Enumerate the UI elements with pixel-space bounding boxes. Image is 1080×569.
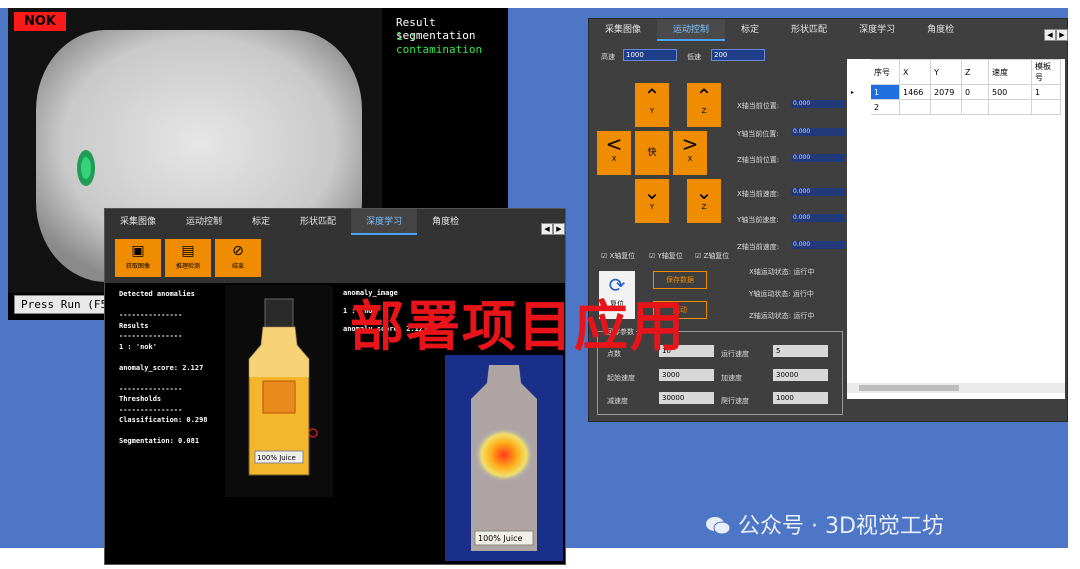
- y-up-button[interactable]: ⌃ Y: [635, 83, 669, 127]
- col-y: Y: [930, 59, 962, 85]
- tab-shape-match[interactable]: 形状匹配: [775, 19, 843, 41]
- point-grid[interactable]: 序号 X Y Z 速度 模板号 ▸ 1 1466 2079 0 500 1 2: [847, 59, 1065, 399]
- dl-tabs: 采集图像 运动控制 标定 形状匹配 深度学习 角度检: [105, 209, 565, 235]
- overlay-title: 部署项目应用: [350, 294, 686, 358]
- fast-toggle-button[interactable]: 快: [635, 131, 669, 175]
- y-position-value: 0.000: [791, 128, 845, 136]
- table-row[interactable]: ▸ 1 1466 2079 0 500 1: [847, 84, 1061, 100]
- tab-capture[interactable]: 采集图像: [589, 19, 657, 41]
- tab-deep-learning[interactable]: 深度学习: [843, 19, 911, 41]
- z-status: Z轴运动状态: 运行中: [749, 312, 815, 320]
- tab-scroll-left[interactable]: ◀: [1044, 29, 1056, 41]
- z-up-button[interactable]: ⌃ Z: [687, 83, 721, 127]
- x-position-value: 0.000: [791, 100, 845, 108]
- motion-control-window: 采集图像 运动控制 标定 形状匹配 深度学习 角度检 ◀ ▶ 高速 1000 低…: [588, 18, 1068, 422]
- x-position-label: X轴当前位置:: [737, 102, 780, 110]
- param-input-run-speed[interactable]: 5: [773, 345, 828, 357]
- chevron-down-icon: ⌄: [643, 180, 661, 204]
- x-speed-label: X轴当前速度:: [737, 190, 780, 198]
- high-speed-label: 高速: [601, 53, 615, 61]
- anomaly-results-text: Detected anomalies --------------- Resul…: [119, 290, 208, 445]
- dl-toolbar: ▣ 获取图像 ▤ 推理检测 ⊘ 结束: [105, 235, 565, 283]
- horizontal-scrollbar[interactable]: [847, 383, 1065, 393]
- param-input-start-speed[interactable]: 3000: [659, 369, 714, 381]
- camera-icon: ▣: [131, 243, 145, 259]
- chevron-up-icon: ⌃: [695, 84, 713, 108]
- param-input-accel[interactable]: 30000: [773, 369, 828, 381]
- tab-motion[interactable]: 运动控制: [657, 19, 726, 41]
- tab-deep-learning[interactable]: 深度学习: [351, 209, 418, 235]
- tab-scroll-left[interactable]: ◀: [541, 223, 553, 235]
- tab-shape-match[interactable]: 形状匹配: [285, 209, 351, 235]
- param-label-decel: 减速度: [607, 397, 628, 405]
- high-speed-input[interactable]: 1000: [623, 49, 677, 61]
- heatmap-image-svg: 100% Juice: [445, 355, 563, 561]
- tab-scroll-right[interactable]: ▶: [1056, 29, 1068, 41]
- tab-angle[interactable]: 角度检: [417, 209, 474, 235]
- x-left-button[interactable]: < X: [597, 131, 631, 175]
- low-speed-input[interactable]: 200: [711, 49, 765, 61]
- bottle-label-2: 100% Juice: [478, 534, 522, 543]
- nok-badge: NOK: [14, 12, 67, 31]
- param-input-decel[interactable]: 30000: [659, 392, 714, 404]
- inference-button[interactable]: ▤ 推理检测: [165, 239, 211, 277]
- camera-off-icon: ⊘: [232, 243, 244, 259]
- stop-button[interactable]: ⊘ 结束: [215, 239, 261, 277]
- deep-learning-window: 采集图像 运动控制 标定 形状匹配 深度学习 角度检 ◀ ▶ ▣ 获取图像 ▤ …: [104, 208, 566, 565]
- param-label-start-speed: 起始速度: [607, 374, 635, 382]
- y-speed-value: 0.000: [791, 214, 845, 222]
- result-line: 1 : contamination: [396, 30, 483, 56]
- y-reset-checkbox[interactable]: ☑ Y轴复位: [649, 251, 683, 261]
- wechat-icon: [705, 516, 731, 536]
- chevron-up-icon: ⌃: [643, 84, 661, 108]
- low-speed-label: 低速: [687, 53, 701, 61]
- param-label-accel: 加速度: [721, 374, 742, 382]
- chevron-left-icon: <: [605, 132, 623, 156]
- z-position-label: Z轴当前位置:: [737, 156, 780, 164]
- z-speed-value: 0.000: [791, 241, 845, 249]
- row-indicator-icon: ▸: [847, 84, 871, 100]
- acquire-image-button[interactable]: ▣ 获取图像: [115, 239, 161, 277]
- z-reset-checkbox[interactable]: ☑ Z轴复位: [695, 251, 729, 261]
- film-icon: ▤: [181, 243, 195, 259]
- table-row[interactable]: 2: [847, 99, 1061, 115]
- chevron-right-icon: >: [681, 132, 699, 156]
- col-template: 模板号: [1031, 59, 1061, 85]
- col-index: 序号: [870, 59, 900, 85]
- bottle-label-1: 100% Juice: [257, 454, 296, 462]
- param-label-crawl-speed: 爬行速度: [721, 397, 749, 405]
- y-position-label: Y轴当前位置:: [737, 130, 779, 138]
- heatmap-image: 100% Juice: [445, 355, 563, 561]
- motion-tabs: 采集图像 运动控制 标定 形状匹配 深度学习 角度检: [589, 19, 970, 41]
- z-down-button[interactable]: ⌄ Z: [687, 179, 721, 223]
- tab-capture[interactable]: 采集图像: [105, 209, 171, 235]
- tab-calibration[interactable]: 标定: [237, 209, 285, 235]
- chevron-down-icon: ⌄: [695, 180, 713, 204]
- col-speed: 速度: [988, 59, 1032, 85]
- col-z: Z: [961, 59, 989, 85]
- bottle-image-svg: 100% Juice: [248, 298, 318, 476]
- scrollbar-thumb[interactable]: [859, 385, 959, 391]
- y-status: Y轴运动状态: 运行中: [749, 290, 814, 298]
- y-down-button[interactable]: ⌄ Y: [635, 179, 669, 223]
- y-speed-label: Y轴当前速度:: [737, 216, 779, 224]
- point-table: 序号 X Y Z 速度 模板号 ▸ 1 1466 2079 0 500 1 2: [847, 59, 1061, 115]
- x-speed-value: 0.000: [791, 188, 845, 196]
- x-status: X轴运动状态: 运行中: [749, 268, 815, 276]
- param-input-crawl-speed[interactable]: 1000: [773, 392, 828, 404]
- z-speed-label: Z轴当前速度:: [737, 243, 780, 251]
- z-position-value: 0.000: [791, 154, 845, 162]
- tab-motion[interactable]: 运动控制: [171, 209, 237, 235]
- x-reset-checkbox[interactable]: ☑ X轴复位: [601, 251, 635, 261]
- table-header-row: 序号 X Y Z 速度 模板号: [847, 59, 1061, 85]
- tab-calibration[interactable]: 标定: [725, 19, 775, 41]
- x-right-button[interactable]: > X: [673, 131, 707, 175]
- bottle-image: 100% Juice: [225, 285, 333, 497]
- watermark: 公众号 · 3D视觉工坊: [705, 508, 944, 540]
- col-x: X: [899, 59, 931, 85]
- tab-scroll-right[interactable]: ▶: [553, 223, 565, 235]
- param-label-run-speed: 运行速度: [721, 350, 749, 358]
- tab-angle[interactable]: 角度检: [911, 19, 970, 41]
